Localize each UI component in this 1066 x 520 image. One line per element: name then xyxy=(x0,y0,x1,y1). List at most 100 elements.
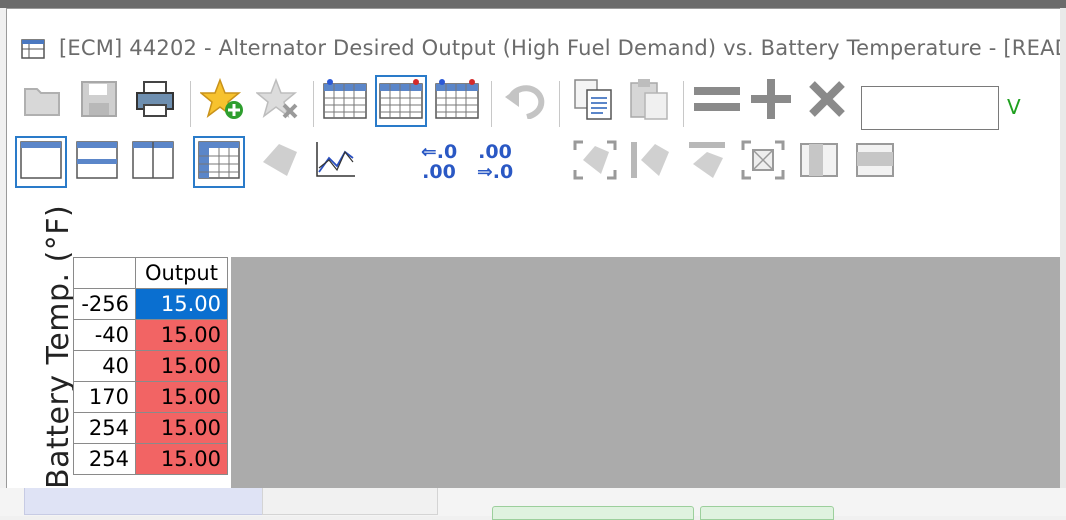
row-header[interactable]: 170 xyxy=(73,381,136,413)
background-tab[interactable] xyxy=(262,488,438,515)
single-pane-icon xyxy=(19,140,63,184)
title-bar[interactable]: [ECM] 44202 - Alternator Desired Output … xyxy=(7,9,1066,83)
paste-button[interactable] xyxy=(623,75,675,127)
table-compare-button[interactable] xyxy=(319,75,371,127)
empty-table-area xyxy=(231,257,1066,489)
copy-button[interactable] xyxy=(567,75,619,127)
table-corner-cell xyxy=(73,257,136,289)
3d-view-button[interactable] xyxy=(253,136,305,188)
save-button[interactable] xyxy=(73,75,125,127)
folder-icon xyxy=(21,79,65,123)
value-cell[interactable]: 15.00 xyxy=(135,412,228,444)
table-grid-icon xyxy=(322,78,368,124)
value-cell[interactable]: 15.00 xyxy=(135,319,228,351)
table-header-row: Output xyxy=(73,257,228,289)
decimal-increase-icon: ⇐.0 .00 xyxy=(421,142,457,182)
line-graph-icon xyxy=(313,140,357,184)
y-axis-label: Battery Temp. (°F) xyxy=(19,199,76,489)
row-header[interactable]: -256 xyxy=(73,288,136,320)
undo-icon xyxy=(503,79,547,123)
row-header[interactable]: -40 xyxy=(73,319,136,351)
reset-view-icon xyxy=(741,140,785,184)
table-row: 254 15.00 xyxy=(73,412,228,444)
toolbar-separator xyxy=(190,81,191,127)
column-header-output[interactable]: Output xyxy=(135,257,228,289)
rotate-left-icon xyxy=(629,140,673,184)
main-toolbar: V xyxy=(7,75,1066,133)
table-grid-both-icon xyxy=(434,78,480,124)
background-button[interactable] xyxy=(492,506,694,520)
value-cell[interactable]: 15.00 xyxy=(135,288,228,320)
open-button[interactable] xyxy=(17,75,69,127)
background-edge xyxy=(0,0,1066,8)
toolbar-separator xyxy=(313,81,314,127)
table-view-icon xyxy=(197,140,241,184)
value-cell[interactable]: 15.00 xyxy=(135,350,228,382)
background-panel xyxy=(0,488,1066,520)
decimal-increase-top: ⇐.0 xyxy=(420,141,458,163)
unit-label: V xyxy=(1007,95,1021,119)
top-view-button[interactable] xyxy=(849,136,901,188)
table-window-icon xyxy=(21,39,45,59)
table-row: 40 15.00 xyxy=(73,350,228,382)
vertical-split-icon xyxy=(131,140,175,184)
top-view-icon xyxy=(853,140,897,184)
table-row: -40 15.00 xyxy=(73,319,228,351)
rotate-top-button[interactable] xyxy=(681,136,733,188)
rotate-left-button[interactable] xyxy=(625,136,677,188)
remove-favorite-button[interactable] xyxy=(253,75,305,127)
decimal-decrease-icon: .00 ⇒.0 xyxy=(477,142,513,182)
multiply-icon xyxy=(807,79,847,123)
background-tab[interactable] xyxy=(24,488,264,515)
decimal-increase-bottom: .00 xyxy=(422,161,456,183)
table-compare-both-button[interactable] xyxy=(431,75,483,127)
table-compare-selected-button[interactable] xyxy=(375,75,427,127)
fit-view-button[interactable] xyxy=(569,136,621,188)
decimal-decrease-top: .00 xyxy=(478,141,512,163)
round-up-button[interactable]: ⇐.0 .00 xyxy=(411,136,467,188)
star-add-icon xyxy=(198,77,246,125)
star-remove-icon xyxy=(254,77,302,125)
value-cell[interactable]: 15.00 xyxy=(135,443,228,475)
horizontal-split-button[interactable] xyxy=(71,136,123,188)
printer-icon xyxy=(134,79,176,123)
print-button[interactable] xyxy=(129,75,181,127)
background-button[interactable] xyxy=(700,506,834,520)
table-row: 170 15.00 xyxy=(73,381,228,413)
fit-view-icon xyxy=(573,140,617,184)
add-button[interactable] xyxy=(745,75,797,127)
row-header[interactable]: 254 xyxy=(73,412,136,444)
window-title: [ECM] 44202 - Alternator Desired Output … xyxy=(59,36,1066,60)
table-row: -256 15.00 xyxy=(73,288,228,320)
table-editor-window: [ECM] 44202 - Alternator Desired Output … xyxy=(6,8,1066,489)
y-axis-label-text: Battery Temp. (°F) xyxy=(41,204,76,489)
toolbar-separator xyxy=(491,81,492,127)
toolbar-separator xyxy=(683,81,684,127)
set-equal-button[interactable] xyxy=(691,75,743,127)
rotate-top-icon xyxy=(685,140,729,184)
toolbar-separator xyxy=(559,81,560,127)
value-input[interactable] xyxy=(861,86,999,130)
row-header[interactable]: 254 xyxy=(73,443,136,475)
undo-button[interactable] xyxy=(499,75,551,127)
equals-icon xyxy=(692,79,742,123)
row-header[interactable]: 40 xyxy=(73,350,136,382)
multiply-button[interactable] xyxy=(801,75,853,127)
single-view-button[interactable] xyxy=(15,136,67,188)
floppy-disk-icon xyxy=(79,79,119,123)
data-table: Output -256 15.00 -40 15.00 40 15.00 170… xyxy=(73,257,228,475)
add-favorite-button[interactable] xyxy=(197,75,249,127)
side-view-icon xyxy=(797,140,841,184)
side-view-button[interactable] xyxy=(793,136,845,188)
window-right-edge xyxy=(1060,8,1066,488)
value-cell[interactable]: 15.00 xyxy=(135,381,228,413)
table-grid-red-icon xyxy=(378,78,424,124)
paste-icon xyxy=(627,77,671,125)
round-down-button[interactable]: .00 ⇒.0 xyxy=(467,136,523,188)
graph-view-button[interactable] xyxy=(309,136,361,188)
vertical-split-button[interactable] xyxy=(127,136,179,188)
table-row: 254 15.00 xyxy=(73,443,228,475)
table-view-button[interactable] xyxy=(193,136,245,188)
reset-view-button[interactable] xyxy=(737,136,789,188)
horizontal-split-icon xyxy=(75,140,119,184)
